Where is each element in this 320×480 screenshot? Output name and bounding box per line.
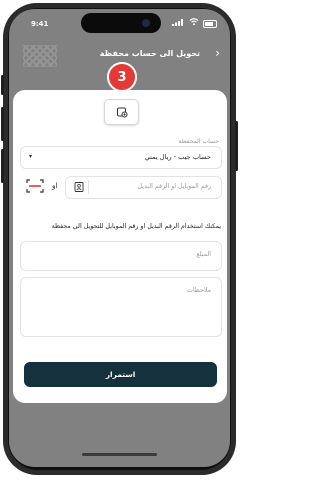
page-title: تحويل الى حساب محفظة <box>99 49 200 58</box>
home-indicator[interactable] <box>82 453 157 456</box>
status-time: 9:41 <box>31 20 49 28</box>
screen: 9:41 تحويل الى حساب محفظة › 3 حساب المحف… <box>9 9 230 467</box>
wallet-card-button[interactable] <box>104 99 139 125</box>
mute-switch <box>1 75 4 95</box>
notes-textarea[interactable]: ملاحظات <box>20 277 222 337</box>
transfer-sheet: حساب المحفظة ▾ حساب جيب - ريال يمني او ر… <box>13 90 227 403</box>
volume-up-button <box>1 107 4 141</box>
step-badge: 3 <box>107 62 137 92</box>
status-bar: 9:41 <box>9 9 230 33</box>
qr-scan-icon <box>25 179 44 193</box>
phone-input[interactable]: رقم الموبايل او الرقم البديل <box>65 176 222 199</box>
volume-down-button <box>1 149 4 183</box>
amount-input[interactable]: المبلغ <box>20 241 222 271</box>
contacts-icon[interactable] <box>74 182 84 192</box>
signal-icon <box>172 19 183 26</box>
wallet-account-value: حساب جيب - ريال يمني <box>144 153 211 161</box>
notes-placeholder: ملاحظات <box>186 287 211 294</box>
phone-placeholder: رقم الموبايل او الرقم البديل <box>137 183 211 190</box>
amount-placeholder: المبلغ <box>196 251 211 258</box>
continue-button[interactable]: استمرار <box>24 362 217 387</box>
dynamic-island <box>81 13 161 33</box>
chevron-down-icon: ▾ <box>29 153 33 160</box>
wallet-account-label: حساب المحفظة <box>178 138 219 145</box>
camera-icon <box>142 19 150 27</box>
chevron-right-icon[interactable]: › <box>215 46 220 60</box>
wifi-icon <box>189 18 199 26</box>
divider <box>88 180 89 194</box>
or-label: او <box>52 181 58 190</box>
scan-qr-button[interactable] <box>22 176 47 196</box>
power-button <box>235 121 238 171</box>
wallet-account-select[interactable]: ▾ حساب جيب - ريال يمني <box>20 146 222 169</box>
wallet-icon <box>116 107 127 118</box>
hint-text: يمكنك استخدام الرقم البديل او رقم الموبا… <box>51 223 221 230</box>
battery-icon <box>203 20 217 28</box>
